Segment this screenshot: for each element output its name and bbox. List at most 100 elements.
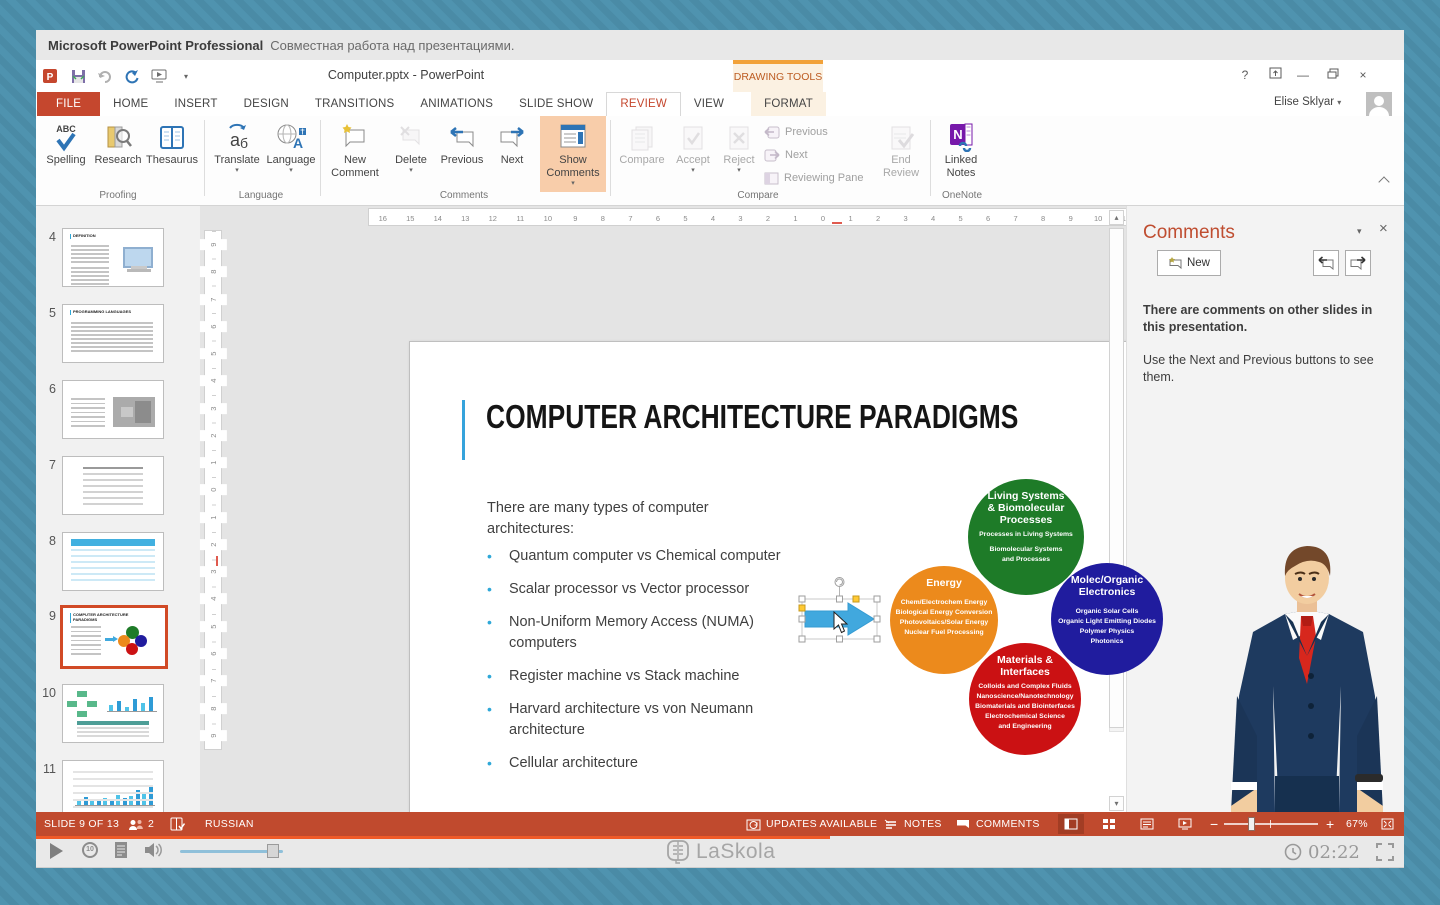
next-change-button[interactable]: Next bbox=[764, 145, 808, 165]
zoom-in-button[interactable]: + bbox=[1326, 812, 1334, 836]
slide-thumbnail-8[interactable] bbox=[62, 532, 164, 591]
avatar[interactable] bbox=[1366, 92, 1392, 116]
presenter-illustration bbox=[1223, 536, 1391, 812]
slide-thumbnail-6[interactable] bbox=[62, 380, 164, 439]
previous-change-button[interactable]: Previous bbox=[764, 122, 828, 142]
slide-bullet-list[interactable]: Quantum computer vs Chemical computerSca… bbox=[509, 546, 781, 786]
next-comment-pane-button[interactable] bbox=[1345, 250, 1371, 276]
tab-animations[interactable]: ANIMATIONS bbox=[407, 92, 506, 116]
tab-format[interactable]: FORMAT bbox=[751, 92, 826, 116]
scroll-down-button[interactable]: ▾ bbox=[1109, 796, 1124, 811]
ribbon-display-options-icon[interactable] bbox=[1262, 66, 1288, 84]
slide-thumbnail-11[interactable] bbox=[62, 760, 164, 819]
language-indicator[interactable]: RUSSIAN bbox=[205, 812, 254, 836]
volume-slider-thumb[interactable] bbox=[267, 844, 279, 858]
thesaurus-button[interactable]: Thesaurus bbox=[142, 120, 202, 167]
slide-show-button[interactable] bbox=[1172, 814, 1198, 834]
tab-transitions[interactable]: TRANSITIONS bbox=[302, 92, 408, 116]
language-button[interactable]: A Language ▾ bbox=[266, 120, 316, 175]
tab-slide-show[interactable]: SLIDE SHOW bbox=[506, 92, 606, 116]
slide-thumbnail-9[interactable]: COMPUTER ARCHITECTURE PARADIGMS bbox=[60, 605, 168, 669]
diagram-circle-3[interactable]: Molec/Organic ElectronicsOrganic Solar C… bbox=[1051, 563, 1163, 675]
bullet-item: Harvard architecture vs von Neumann arch… bbox=[509, 699, 781, 741]
ribbon: ABC Spelling Research Thesaurus Proofing… bbox=[36, 116, 1404, 206]
pane-close-icon[interactable]: × bbox=[1379, 220, 1388, 237]
save-icon[interactable] bbox=[69, 67, 87, 85]
reject-icon bbox=[725, 120, 753, 152]
show-comments-button[interactable]: Show Comments ▾ bbox=[542, 120, 604, 188]
next-comment-button[interactable]: Next bbox=[490, 120, 534, 167]
start-presentation-icon[interactable] bbox=[150, 67, 168, 85]
zoom-percent[interactable]: 67% bbox=[1346, 812, 1368, 836]
scroll-up-button[interactable]: ▴ bbox=[1109, 210, 1124, 225]
zoom-out-button[interactable]: − bbox=[1210, 812, 1218, 836]
slide-indicator: SLIDE 9 OF 13 bbox=[44, 812, 119, 836]
fullscreen-button[interactable] bbox=[1376, 843, 1394, 866]
tab-view[interactable]: VIEW bbox=[681, 92, 737, 116]
close-icon[interactable]: × bbox=[1350, 66, 1376, 84]
delete-comment-button[interactable]: Delete ▾ bbox=[388, 120, 434, 175]
new-comment-button[interactable]: New Comment bbox=[326, 120, 384, 180]
comments-label[interactable]: COMMENTS bbox=[976, 812, 1040, 836]
slide-thumbnail-4[interactable]: DEFINITION bbox=[62, 228, 164, 287]
compare-button[interactable]: Compare bbox=[616, 120, 668, 167]
slide-thumbnail-10[interactable] bbox=[62, 684, 164, 743]
spellcheck-icon[interactable] bbox=[170, 817, 185, 836]
reject-button[interactable]: Reject ▾ bbox=[718, 120, 760, 175]
help-icon[interactable]: ? bbox=[1232, 66, 1258, 84]
next-change-icon bbox=[764, 148, 780, 162]
fit-slide-button[interactable] bbox=[1380, 817, 1395, 836]
tab-file[interactable]: FILE bbox=[37, 92, 100, 116]
tab-home[interactable]: HOME bbox=[100, 92, 161, 116]
zoom-slider-thumb[interactable] bbox=[1248, 817, 1255, 831]
diagram-circle-1[interactable]: Living Systems & Biomolecular ProcessesP… bbox=[968, 479, 1084, 595]
slide-title[interactable]: COMPUTER ARCHITECTURE PARADIGMS bbox=[486, 398, 1018, 436]
slide-sorter-view-button[interactable] bbox=[1096, 814, 1122, 834]
previous-comment-button[interactable]: Previous bbox=[436, 120, 488, 167]
slide-thumbnail-5[interactable]: PROGRAMMING LANGUAGES bbox=[62, 304, 164, 363]
slide-intro-text[interactable]: There are many types of computer archite… bbox=[487, 498, 737, 540]
slide-thumbnail-7[interactable] bbox=[62, 456, 164, 515]
reading-view-button[interactable] bbox=[1134, 814, 1160, 834]
player-progress-bar[interactable] bbox=[36, 836, 830, 839]
replay-10-button[interactable]: 10 bbox=[82, 842, 98, 858]
user-account[interactable]: Elise Sklyar ▾ bbox=[1274, 96, 1341, 108]
selected-arrow-shape[interactable] bbox=[796, 572, 882, 644]
collapse-ribbon-icon[interactable] bbox=[1378, 176, 1389, 187]
diagram-circle-2[interactable]: EnergyChem/Electrochem EnergyBiological … bbox=[890, 566, 998, 674]
slide-number: 8 bbox=[40, 534, 56, 548]
notes-icon[interactable] bbox=[884, 818, 898, 836]
spelling-button[interactable]: ABC Spelling bbox=[40, 120, 92, 167]
minimize-icon[interactable]: — bbox=[1290, 66, 1316, 84]
end-review-button[interactable]: End Review bbox=[876, 120, 926, 180]
tab-insert[interactable]: INSERT bbox=[161, 92, 230, 116]
powerpoint-icon: P bbox=[42, 67, 60, 85]
comments-status-icon[interactable] bbox=[956, 818, 970, 836]
customize-quick-access-icon[interactable]: ▾ bbox=[177, 67, 195, 85]
reviewing-pane-button[interactable]: Reviewing Pane bbox=[764, 168, 864, 188]
play-button[interactable] bbox=[50, 843, 63, 859]
notes-label[interactable]: NOTES bbox=[904, 812, 942, 836]
updates-label[interactable]: UPDATES AVAILABLE bbox=[766, 812, 877, 836]
tab-review[interactable]: REVIEW bbox=[606, 92, 681, 117]
diagram-circle-4[interactable]: Materials & InterfacesColloids and Compl… bbox=[969, 643, 1081, 755]
transcript-button[interactable] bbox=[115, 842, 127, 858]
accept-button[interactable]: Accept ▾ bbox=[670, 120, 716, 175]
normal-view-button[interactable] bbox=[1058, 814, 1084, 834]
previous-comment-pane-button[interactable] bbox=[1313, 250, 1339, 276]
redo-icon[interactable] bbox=[123, 67, 141, 85]
coauthors-icon[interactable] bbox=[128, 818, 144, 836]
volume-icon[interactable] bbox=[144, 841, 166, 864]
undo-icon[interactable] bbox=[96, 67, 114, 85]
restore-icon[interactable] bbox=[1320, 66, 1346, 84]
bullet-item: Register machine vs Stack machine bbox=[509, 666, 781, 687]
tab-design[interactable]: DESIGN bbox=[231, 92, 302, 116]
updates-icon[interactable] bbox=[746, 818, 761, 836]
research-button[interactable]: Research bbox=[94, 120, 142, 167]
zoom-slider-track[interactable] bbox=[1224, 823, 1318, 825]
group-label-comments: Comments bbox=[404, 190, 524, 201]
new-comment-pane-button[interactable]: New bbox=[1157, 250, 1221, 276]
linked-notes-button[interactable]: N Linked Notes bbox=[934, 120, 988, 180]
translate-button[interactable]: aб Translate ▾ bbox=[210, 120, 264, 175]
pane-options-icon[interactable]: ▾ bbox=[1357, 226, 1362, 237]
